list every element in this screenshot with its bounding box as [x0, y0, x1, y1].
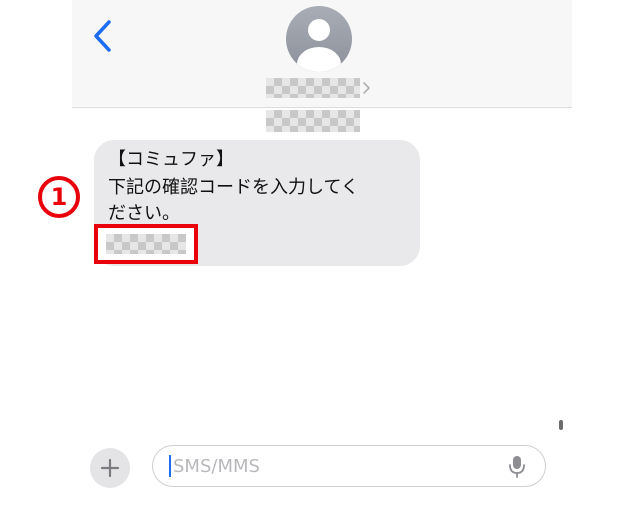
- text-caret: [169, 455, 171, 477]
- microphone-icon[interactable]: [507, 454, 527, 480]
- message-input-placeholder: SMS/MMS: [173, 456, 260, 477]
- annotation-marker: 1: [38, 176, 80, 218]
- contact-name-masked[interactable]: [266, 78, 360, 98]
- verification-code-masked: [106, 234, 186, 254]
- chevron-left-icon: [94, 20, 111, 52]
- message-line-2: 下記の確認コードを入力してく: [108, 177, 359, 198]
- chevron-right-icon: [363, 82, 370, 94]
- person-silhouette-icon: [297, 19, 341, 72]
- messages-screen: 【コミュファ】 下記の確認コードを入力してく ださい。 SMS/MMS: [72, 0, 572, 510]
- back-button[interactable]: [90, 18, 116, 54]
- conversation-header: [72, 0, 572, 108]
- timestamp-masked: [266, 110, 360, 132]
- scroll-indicator[interactable]: [559, 420, 563, 430]
- message-line-1: 【コミュファ】: [108, 149, 234, 170]
- message-line-3: ださい。: [108, 203, 180, 224]
- message-input[interactable]: SMS/MMS: [152, 445, 546, 487]
- verification-code-highlight: [94, 224, 198, 264]
- message-bubble[interactable]: 【コミュファ】 下記の確認コードを入力してく ださい。: [94, 140, 420, 266]
- contact-avatar[interactable]: [286, 6, 352, 72]
- plus-icon: [100, 458, 120, 478]
- add-attachment-button[interactable]: [90, 448, 130, 488]
